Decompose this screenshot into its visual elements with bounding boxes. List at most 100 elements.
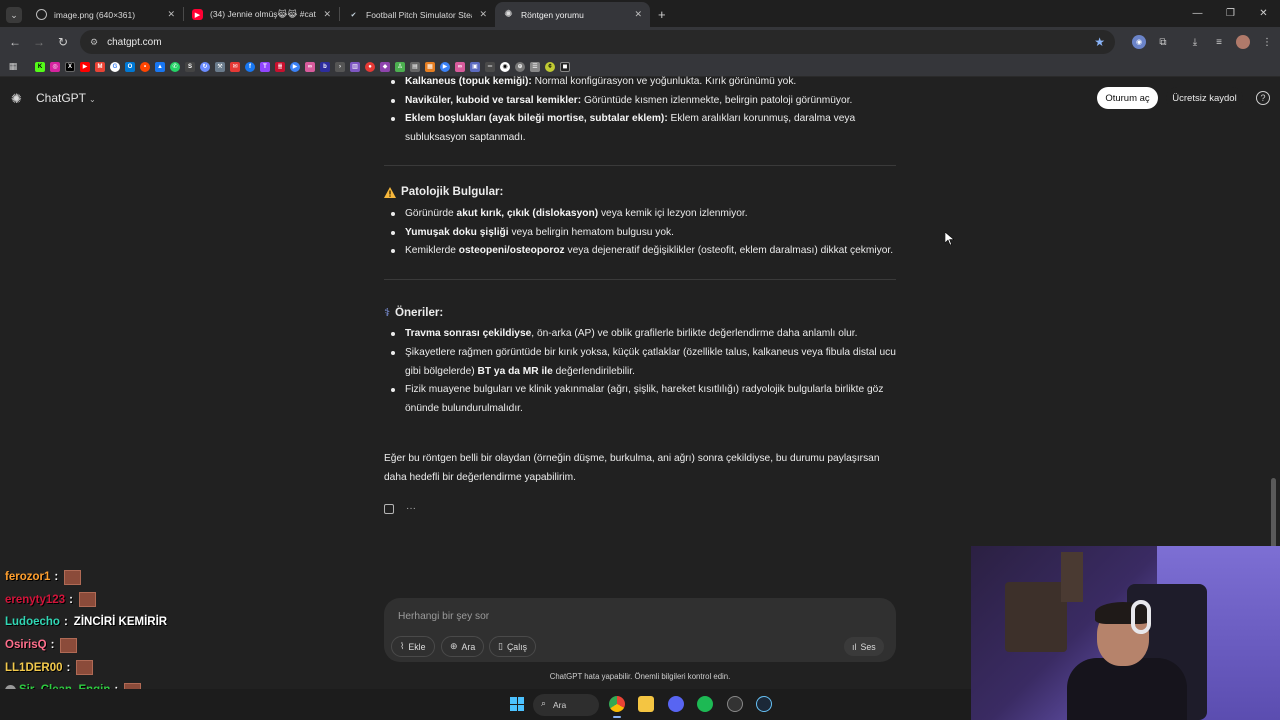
- forward-icon[interactable]: →: [27, 35, 51, 49]
- b-bookmark-icon[interactable]: b: [320, 61, 330, 72]
- figure-bookmark-icon[interactable]: ♙: [395, 61, 405, 72]
- browser-tab-steam[interactable]: ✔ Football Pitch Simulator Steam ✕: [340, 2, 495, 27]
- chart-bookmark-icon[interactable]: ▥: [350, 61, 360, 72]
- page-scrollbar[interactable]: [1271, 478, 1276, 548]
- bar-bookmark-icon[interactable]: ▤: [410, 61, 420, 72]
- bookmark-star-icon[interactable]: ★: [1094, 35, 1105, 49]
- purple-bookmark-icon[interactable]: ◆: [380, 61, 390, 72]
- new-tab-button[interactable]: +: [658, 7, 666, 22]
- chatgpt-logo-icon[interactable]: ✺: [11, 91, 22, 107]
- loop-bookmark-icon[interactable]: ∞: [455, 61, 465, 72]
- mail-bookmark-icon[interactable]: ✉: [230, 61, 240, 72]
- yellow-bookmark-icon[interactable]: ¢: [545, 61, 555, 72]
- webcam-figurine: [1061, 552, 1083, 602]
- extension-icon[interactable]: ◉: [1132, 35, 1146, 49]
- model-selector[interactable]: ChatGPT ⌄: [36, 91, 96, 105]
- voice-button[interactable]: ıl Ses: [843, 636, 885, 657]
- assistant-message: Kalkaneus (topuk kemiği): Normal konfigü…: [384, 73, 896, 518]
- tool-bookmark-icon[interactable]: ⚒: [215, 61, 225, 72]
- reason-button[interactable]: ▯ Çalış: [489, 636, 536, 657]
- spotify-taskbar-icon[interactable]: [697, 696, 713, 712]
- twitch-bookmark-icon[interactable]: T: [260, 61, 270, 72]
- obs-taskbar-icon[interactable]: [727, 696, 743, 712]
- drive-bookmark-icon[interactable]: ▲: [155, 61, 165, 72]
- signup-button[interactable]: Ücretsiz kaydol: [1166, 87, 1243, 109]
- dark-bookmark-icon[interactable]: ◼: [560, 61, 570, 72]
- whatsapp-bookmark-icon[interactable]: ✆: [170, 61, 180, 72]
- profile-avatar[interactable]: [1236, 35, 1250, 49]
- login-button[interactable]: Oturum aç: [1097, 87, 1158, 109]
- taskbar-search[interactable]: ⌕ Ara: [533, 694, 599, 716]
- item-term: akut kırık, çıkık (dislokasyon): [456, 207, 599, 219]
- chat-text: ZİNCİRİ KEMİRİR: [73, 616, 168, 629]
- close-tab-icon[interactable]: ✕: [167, 9, 175, 20]
- apps-grid-icon[interactable]: ▦: [8, 61, 18, 72]
- kick-bookmark-icon[interactable]: K: [35, 61, 45, 72]
- close-tab-icon[interactable]: ✕: [479, 9, 487, 20]
- list-item: Fizik muayene bulguları ve klinik yakınm…: [384, 381, 896, 418]
- play-bookmark-icon[interactable]: ▶: [440, 61, 450, 72]
- copy-icon[interactable]: [384, 503, 394, 514]
- tab-search-menu-button[interactable]: ⌄: [6, 7, 22, 23]
- tab-title: Football Pitch Simulator Steam: [366, 9, 473, 20]
- item-text: Fizik muayene bulguları ve klinik yakınm…: [405, 384, 884, 414]
- youtube-bookmark-icon[interactable]: ▶: [80, 61, 90, 72]
- help-icon[interactable]: ?: [1256, 91, 1270, 105]
- close-window-icon[interactable]: ✕: [1247, 0, 1280, 27]
- outlook-bookmark-icon[interactable]: O: [125, 61, 135, 72]
- steam-icon: ✔: [350, 11, 357, 19]
- chat-message: erenyty123:: [5, 589, 265, 612]
- media-list-icon[interactable]: ≡: [1212, 35, 1226, 49]
- download-icon[interactable]: ⤓: [1188, 35, 1202, 49]
- kebab-menu-icon[interactable]: ⋮: [1260, 35, 1274, 49]
- windows-start-icon[interactable]: [510, 697, 524, 711]
- close-tab-icon[interactable]: ✕: [323, 9, 331, 20]
- line-bookmark-icon[interactable]: ═: [485, 61, 495, 72]
- stats-bookmark-icon[interactable]: ▦: [425, 61, 435, 72]
- news-bookmark-icon[interactable]: ≣: [275, 61, 285, 72]
- reddit-bookmark-icon[interactable]: •: [140, 61, 150, 72]
- item-term: Naviküler, kuboid ve tarsal kemikler:: [405, 94, 582, 106]
- webcam-overlay: [971, 546, 1280, 720]
- extensions-puzzle-icon[interactable]: ⧉: [1156, 35, 1170, 49]
- stack-bookmark-icon[interactable]: ☰: [530, 61, 540, 72]
- search-label: Ara: [461, 641, 476, 652]
- gmail-bookmark-icon[interactable]: M: [95, 61, 105, 72]
- close-tab-icon[interactable]: ✕: [634, 9, 642, 20]
- media-bookmark-icon[interactable]: ▶: [290, 61, 300, 72]
- prompt-composer[interactable]: Herhangi bir şey sor ⌇ Ekle ⊕ Ara ▯ Çalı…: [384, 598, 896, 662]
- more-options-icon[interactable]: ···: [406, 500, 416, 519]
- browser-tab-chatgpt[interactable]: ✺ Röntgen yorumu ✕: [495, 2, 650, 27]
- x-bookmark-icon[interactable]: X: [65, 61, 75, 72]
- restore-icon[interactable]: ❐: [1214, 0, 1247, 27]
- address-bar[interactable]: ⚙ chatgpt.com ★: [80, 30, 1115, 54]
- window-bookmark-icon[interactable]: ▣: [470, 61, 480, 72]
- search-button[interactable]: ⊕ Ara: [441, 636, 485, 657]
- recommendations-list: Travma sonrası çekildiyse, ön-arka (AP) …: [384, 325, 896, 418]
- reload-icon[interactable]: ↻: [51, 35, 75, 49]
- browser-tab-image[interactable]: image.png (640×361) ✕: [28, 2, 183, 27]
- book-icon: ▯: [498, 641, 503, 651]
- steam-bookmark-icon[interactable]: S: [185, 61, 195, 72]
- minimize-icon[interactable]: —: [1181, 0, 1214, 27]
- globe-bookmark-icon[interactable]: ⊕: [515, 61, 525, 72]
- chrome-taskbar-icon[interactable]: [609, 696, 625, 718]
- attach-button[interactable]: ⌇ Ekle: [391, 636, 435, 657]
- windows-taskbar: ⌕ Ara: [0, 689, 971, 720]
- file-explorer-taskbar-icon[interactable]: [638, 696, 654, 712]
- arrow-bookmark-icon[interactable]: ›: [335, 61, 345, 72]
- google-bookmark-icon[interactable]: G: [110, 61, 120, 72]
- steam-taskbar-icon[interactable]: [756, 696, 772, 712]
- back-icon[interactable]: ←: [3, 35, 27, 49]
- instagram-bookmark-icon[interactable]: ◎: [50, 61, 60, 72]
- link-bookmark-icon[interactable]: ∞: [305, 61, 315, 72]
- sync-bookmark-icon[interactable]: ↻: [200, 61, 210, 72]
- browser-tab-strip: ⌄ image.png (640×361) ✕ ▶ (34) Jennie ol…: [0, 0, 1280, 27]
- facebook-bookmark-icon[interactable]: f: [245, 61, 255, 72]
- site-info-icon[interactable]: ⚙: [90, 37, 98, 48]
- prompt-input-placeholder[interactable]: Herhangi bir şey sor: [398, 611, 489, 622]
- red-bookmark-icon[interactable]: ●: [365, 61, 375, 72]
- record-bookmark-icon[interactable]: ◉: [500, 61, 510, 72]
- browser-tab-youtube[interactable]: ▶ (34) Jennie olmüş😹😹 #cat # ✕: [184, 2, 339, 27]
- discord-taskbar-icon[interactable]: [668, 696, 684, 712]
